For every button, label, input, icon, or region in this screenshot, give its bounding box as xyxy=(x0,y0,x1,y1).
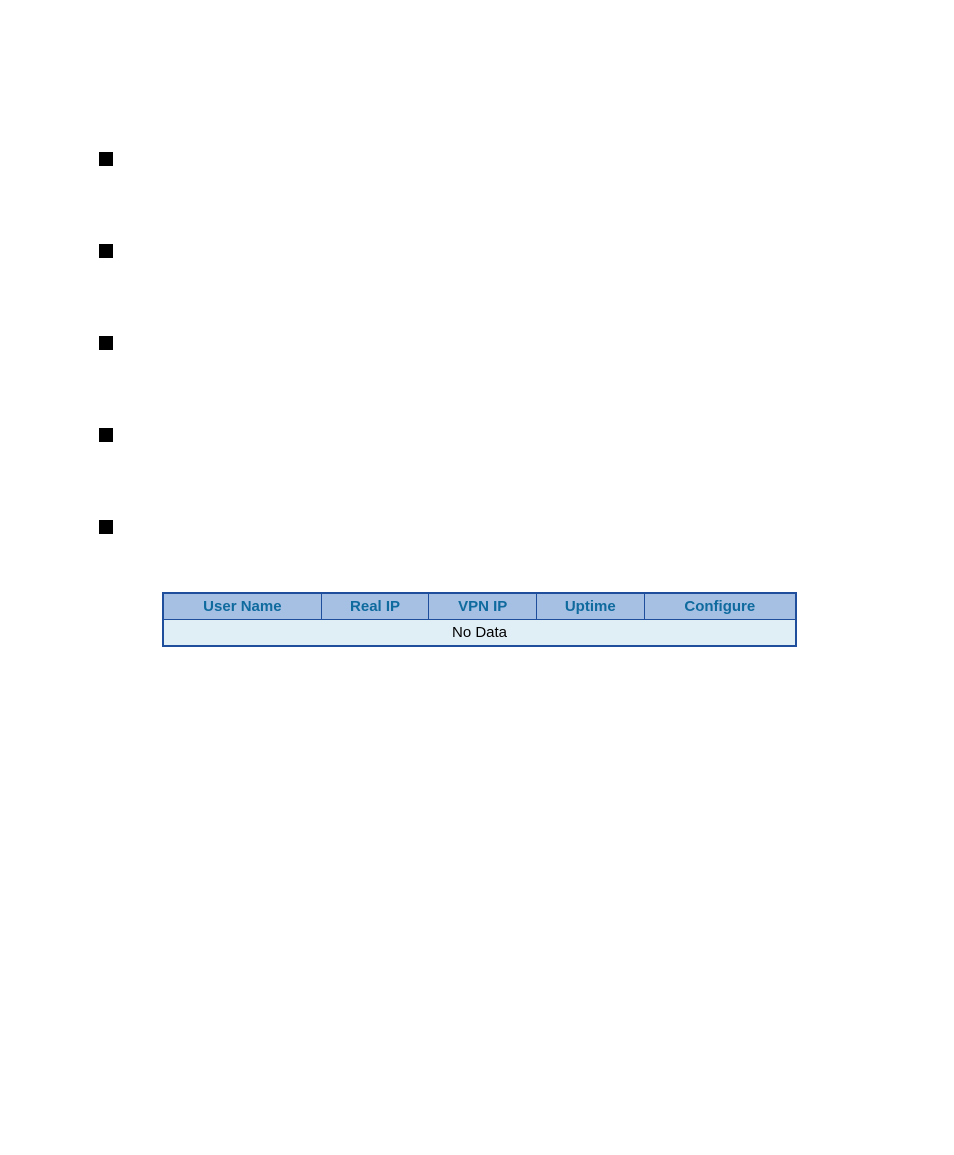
square-bullet-icon xyxy=(99,336,113,350)
col-header-configure: Configure xyxy=(644,593,796,620)
square-bullet-icon xyxy=(99,428,113,442)
col-header-uptime: Uptime xyxy=(536,593,644,620)
table-header-row: User Name Real IP VPN IP Uptime Configur… xyxy=(163,593,796,620)
list-item xyxy=(99,426,113,442)
data-table: User Name Real IP VPN IP Uptime Configur… xyxy=(162,592,797,647)
list-item xyxy=(99,150,113,166)
square-bullet-icon xyxy=(99,520,113,534)
col-header-realip: Real IP xyxy=(321,593,429,620)
square-bullet-icon xyxy=(99,244,113,258)
nodata-cell: No Data xyxy=(163,620,796,647)
col-header-username: User Name xyxy=(163,593,321,620)
list-item xyxy=(99,242,113,258)
bullet-list xyxy=(99,150,113,610)
col-header-vpnip: VPN IP xyxy=(429,593,537,620)
list-item xyxy=(99,334,113,350)
table-row-nodata: No Data xyxy=(163,620,796,647)
square-bullet-icon xyxy=(99,152,113,166)
list-item xyxy=(99,518,113,534)
